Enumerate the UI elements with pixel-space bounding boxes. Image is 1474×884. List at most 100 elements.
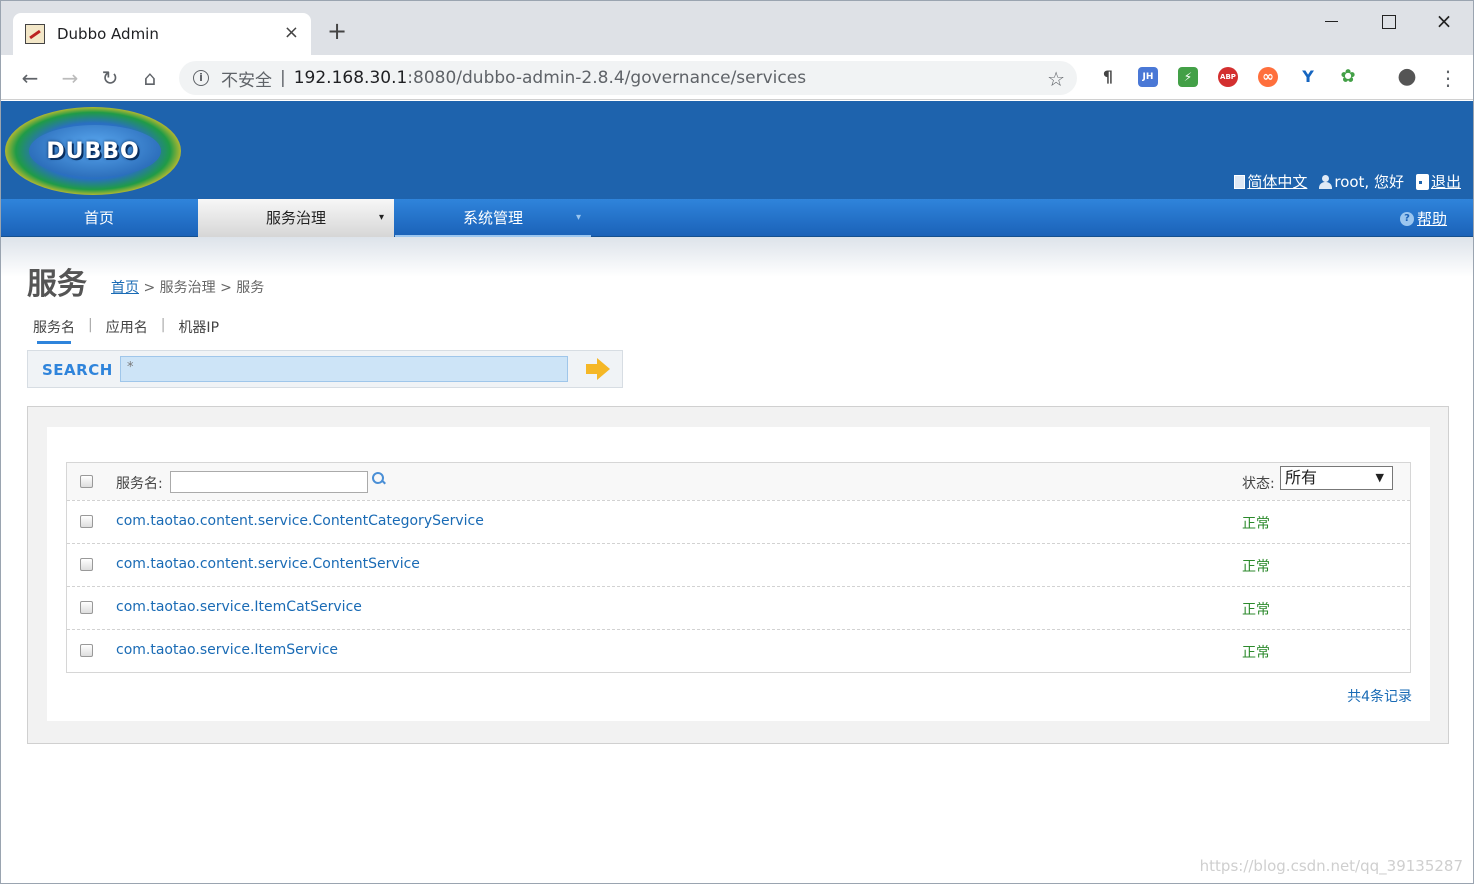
- forward-arrow-icon[interactable]: →: [57, 65, 83, 91]
- table-row: com.taotao.service.ItemService 正常: [67, 629, 1410, 672]
- select-all-checkbox[interactable]: [80, 474, 93, 488]
- document-icon: [1234, 174, 1246, 189]
- logout-label: 退出: [1430, 173, 1461, 191]
- menu-item-home[interactable]: 首页: [1, 199, 197, 237]
- caret-down-icon: ▾: [378, 212, 384, 223]
- abp-icon[interactable]: ABP: [1218, 67, 1238, 87]
- user-label: root, 您好: [1334, 173, 1404, 191]
- row-checkbox[interactable]: [80, 644, 93, 657]
- tab-machine-ip[interactable]: 机器IP: [178, 317, 219, 337]
- browser-menu-icon[interactable]: ⋮: [1435, 65, 1461, 91]
- table-row: com.taotao.service.ItemCatService 正常: [67, 586, 1410, 629]
- search-label: SEARCH: [42, 361, 113, 379]
- table-row: com.taotao.content.service.ContentServic…: [67, 543, 1410, 586]
- row-checkbox[interactable]: [80, 515, 93, 528]
- language-link[interactable]: 简体中文: [1234, 171, 1307, 192]
- dubbo-logo[interactable]: DUBBO: [5, 107, 181, 195]
- record-count: 共4条记录: [1347, 689, 1412, 705]
- help-icon: ?: [1399, 211, 1414, 226]
- table-row: com.taotao.content.service.ContentCatego…: [67, 500, 1410, 543]
- arrow-right-icon[interactable]: [586, 358, 610, 380]
- status-select[interactable]: 所有 ▼: [1280, 466, 1393, 490]
- row-checkbox[interactable]: [80, 601, 93, 614]
- main-menu: 首页 服务治理 ▾ 系统管理 ▾ ? 帮助: [1, 199, 1473, 237]
- dubbo-favicon-icon: [25, 24, 45, 44]
- reload-icon[interactable]: ↻: [97, 65, 123, 91]
- puzzle-icon[interactable]: ✿: [1338, 67, 1358, 87]
- user-greeting: root, 您好: [1319, 171, 1404, 192]
- help-link[interactable]: ? 帮助: [1399, 208, 1447, 229]
- infinity-icon[interactable]: ∞: [1258, 67, 1278, 87]
- logout-link[interactable]: 退出: [1415, 171, 1461, 192]
- minimize-icon[interactable]: [1319, 9, 1343, 33]
- language-label: 简体中文: [1247, 173, 1308, 191]
- home-icon[interactable]: ⌂: [137, 65, 163, 91]
- browser-titlebar: Dubbo Admin × + ×: [1, 1, 1473, 55]
- status-label: 状态:: [1242, 476, 1275, 492]
- status-badge: 正常: [1242, 516, 1270, 532]
- results-inner: 服务名: 状态: 所有 ▼ com.taotao.content.service…: [47, 427, 1430, 721]
- window-close-icon[interactable]: ×: [1432, 9, 1456, 33]
- menu-label: 首页: [83, 209, 114, 227]
- tab-title: Dubbo Admin: [57, 25, 159, 43]
- browser-toolbar: ← → ↻ ⌂ i 不安全 | 192.168.30.1 :8080/dubbo…: [1, 55, 1473, 100]
- bookmark-star-icon[interactable]: ☆: [1047, 67, 1065, 91]
- url-separator: |: [280, 68, 286, 88]
- page-title: 服务: [27, 267, 87, 302]
- service-filter-input[interactable]: [170, 471, 368, 493]
- back-arrow-icon[interactable]: ←: [17, 65, 43, 91]
- search-input[interactable]: *: [120, 356, 568, 382]
- tab-close-icon[interactable]: ×: [284, 22, 299, 43]
- menu-label: 系统管理: [462, 209, 523, 227]
- bolt-icon[interactable]: ⚡: [1178, 67, 1198, 87]
- breadcrumb-current: 服务: [236, 280, 265, 296]
- tab-application-name[interactable]: 应用名: [106, 317, 148, 337]
- row-checkbox[interactable]: [80, 558, 93, 571]
- tab-service-name[interactable]: 服务名: [33, 317, 75, 344]
- table-header: 服务名: 状态: 所有 ▼: [67, 463, 1410, 500]
- paragraph-icon[interactable]: ¶: [1098, 67, 1118, 87]
- app-header: DUBBO 简体中文 root, 您好 退出: [1, 101, 1473, 199]
- browser-tab[interactable]: Dubbo Admin ×: [13, 13, 311, 55]
- maximize-icon[interactable]: [1376, 9, 1400, 33]
- status-badge: 正常: [1242, 602, 1270, 618]
- y-icon[interactable]: Y: [1298, 67, 1318, 87]
- caret-down-icon: ▾: [575, 212, 581, 223]
- help-label: 帮助: [1416, 210, 1447, 228]
- logo-text: DUBBO: [46, 139, 140, 164]
- service-link[interactable]: com.taotao.content.service.ContentCatego…: [116, 513, 484, 529]
- status-badge: 正常: [1242, 645, 1270, 661]
- insecure-label: 不安全: [221, 70, 272, 91]
- info-icon[interactable]: i: [193, 70, 209, 86]
- search-box: SEARCH *: [27, 350, 623, 388]
- breadcrumb-sep: >: [215, 280, 237, 296]
- menu-shadow: [1, 237, 1473, 277]
- tab-separator: |: [160, 317, 166, 333]
- status-select-value: 所有: [1285, 468, 1318, 487]
- breadcrumb: 首页 > 服务治理 > 服务: [111, 277, 264, 297]
- jh-icon[interactable]: JH: [1138, 67, 1158, 87]
- results-panel: 服务名: 状态: 所有 ▼ com.taotao.content.service…: [27, 406, 1449, 744]
- menu-item-system[interactable]: 系统管理 ▾: [395, 199, 591, 237]
- browser-window: Dubbo Admin × + × ← → ↻ ⌂ i 不安全 | 192.16…: [0, 0, 1474, 884]
- service-link[interactable]: com.taotao.service.ItemService: [116, 642, 338, 658]
- profile-icon[interactable]: ●: [1397, 66, 1417, 88]
- search-icon[interactable]: [372, 472, 384, 484]
- breadcrumb-sep: >: [139, 280, 160, 296]
- search-subtabs: 服务名 | 应用名 | 机器IP: [33, 317, 219, 344]
- status-badge: 正常: [1242, 559, 1270, 575]
- logout-icon: [1415, 173, 1429, 190]
- header-links: 简体中文 root, 您好 退出: [1234, 171, 1461, 192]
- user-icon: [1319, 174, 1333, 189]
- address-bar[interactable]: i 不安全 | 192.168.30.1 :8080/dubbo-admin-2…: [179, 61, 1077, 95]
- service-link[interactable]: com.taotao.content.service.ContentServic…: [116, 556, 420, 572]
- breadcrumb-home[interactable]: 首页: [111, 280, 139, 296]
- dropdown-arrow-icon: ▼: [1375, 471, 1384, 484]
- filter-label: 服务名:: [116, 476, 163, 492]
- new-tab-icon[interactable]: +: [327, 19, 347, 43]
- url-path: :8080/dubbo-admin-2.8.4/governance/servi…: [407, 68, 807, 88]
- tab-separator: |: [88, 317, 93, 333]
- services-table: 服务名: 状态: 所有 ▼ com.taotao.content.service…: [66, 462, 1411, 673]
- service-link[interactable]: com.taotao.service.ItemCatService: [116, 599, 362, 615]
- menu-item-governance[interactable]: 服务治理 ▾: [198, 199, 394, 237]
